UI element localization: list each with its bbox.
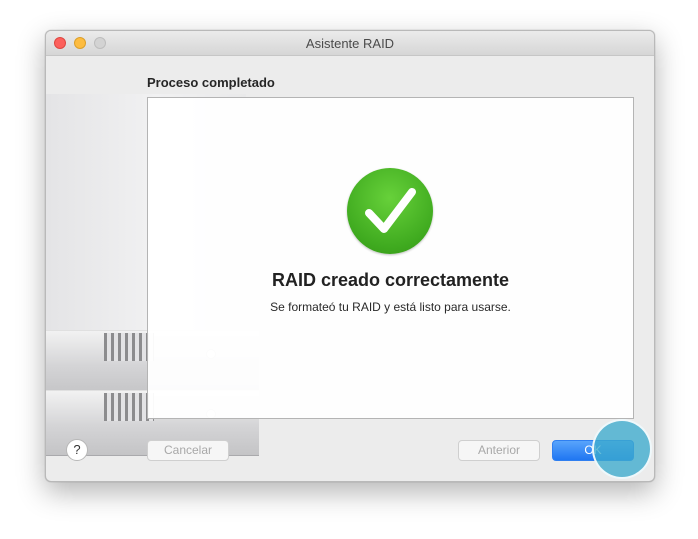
result-title: RAID creado correctamente <box>271 270 510 290</box>
checkmark-circle-icon <box>347 168 433 254</box>
content-panel: RAID creado correctamente Se formateó tu… <box>147 97 634 419</box>
window-title: Asistente RAID <box>305 36 395 51</box>
raid-assistant-window: Asistente RAID Proceso completado RAID c… <box>45 30 655 482</box>
title-bar: Asistente RAID <box>46 31 654 56</box>
section-heading: Proceso completado <box>147 75 275 90</box>
cancel-button[interactable]: Cancelar <box>147 440 229 461</box>
help-button[interactable]: ? <box>66 439 88 461</box>
previous-button[interactable]: Anterior <box>458 440 540 461</box>
result-subtitle: Se formateó tu RAID y está listo para us… <box>270 300 511 314</box>
watermark-logo <box>592 419 652 479</box>
